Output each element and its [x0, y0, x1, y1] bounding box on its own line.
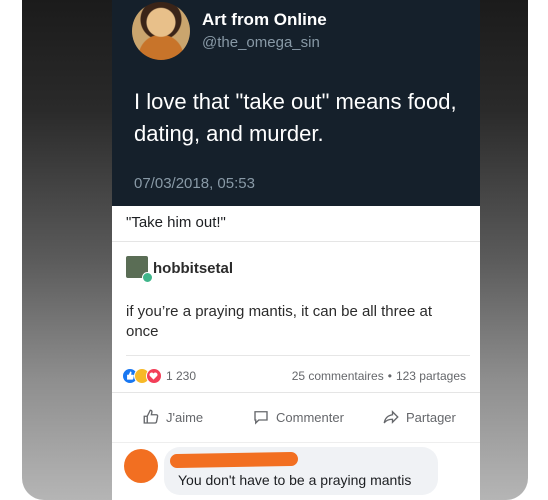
love-icon: [146, 368, 162, 384]
comment-button[interactable]: Commenter: [252, 408, 344, 426]
phone-screen: Art from Online @the_omega_sin I love th…: [22, 0, 528, 500]
quote-text: "Take him out!": [126, 214, 226, 231]
action-bar: J'aime Commenter Partager: [112, 392, 480, 442]
tweet-display-name[interactable]: Art from Online: [202, 10, 327, 30]
tweet-handle[interactable]: @the_omega_sin: [202, 34, 320, 51]
comment-label: Commenter: [276, 409, 344, 425]
comment-text: You don't have to be a praying mantis: [178, 472, 412, 488]
share-button[interactable]: Partager: [382, 408, 456, 426]
reaction-summary: 1 230 25 commentaires • 123 partages: [112, 356, 480, 392]
post-frame: Art from Online @the_omega_sin I love th…: [112, 0, 480, 500]
share-label: Partager: [406, 409, 456, 425]
commenter-avatar[interactable]: [124, 449, 158, 483]
tweet-card: Art from Online @the_omega_sin I love th…: [112, 0, 480, 206]
tumblr-post: hobbitsetal if you’re a praying mantis, …: [112, 242, 480, 356]
comment-section: You don't have to be a praying mantis: [112, 442, 480, 500]
comment-icon: [254, 411, 268, 425]
tweet-avatar[interactable]: [132, 2, 190, 60]
engagement-stats: 25 commentaires • 123 partages: [290, 369, 468, 383]
follow-badge-icon: [142, 272, 153, 283]
thumbs-up-icon: [143, 409, 159, 424]
reaction-count[interactable]: 1 230: [166, 369, 196, 383]
like-label: J'aime: [166, 409, 204, 425]
quote-section: "Take him out!": [112, 206, 480, 242]
redacted-commenter-name: [169, 451, 299, 469]
tumblr-username[interactable]: hobbitsetal: [153, 260, 233, 277]
tweet-timestamp: 07/03/2018, 05:53: [134, 175, 255, 192]
tweet-text: I love that "take out" means food, datin…: [134, 89, 457, 146]
shares-count[interactable]: 123 partages: [396, 369, 466, 383]
comments-count[interactable]: 25 commentaires: [292, 369, 384, 383]
share-icon: [383, 410, 399, 424]
stats-separator: •: [387, 369, 392, 383]
like-button[interactable]: J'aime: [142, 408, 203, 426]
reactions-group[interactable]: 1 230: [122, 368, 196, 384]
tumblr-text: if you’re a praying mantis, it can be al…: [126, 303, 432, 340]
